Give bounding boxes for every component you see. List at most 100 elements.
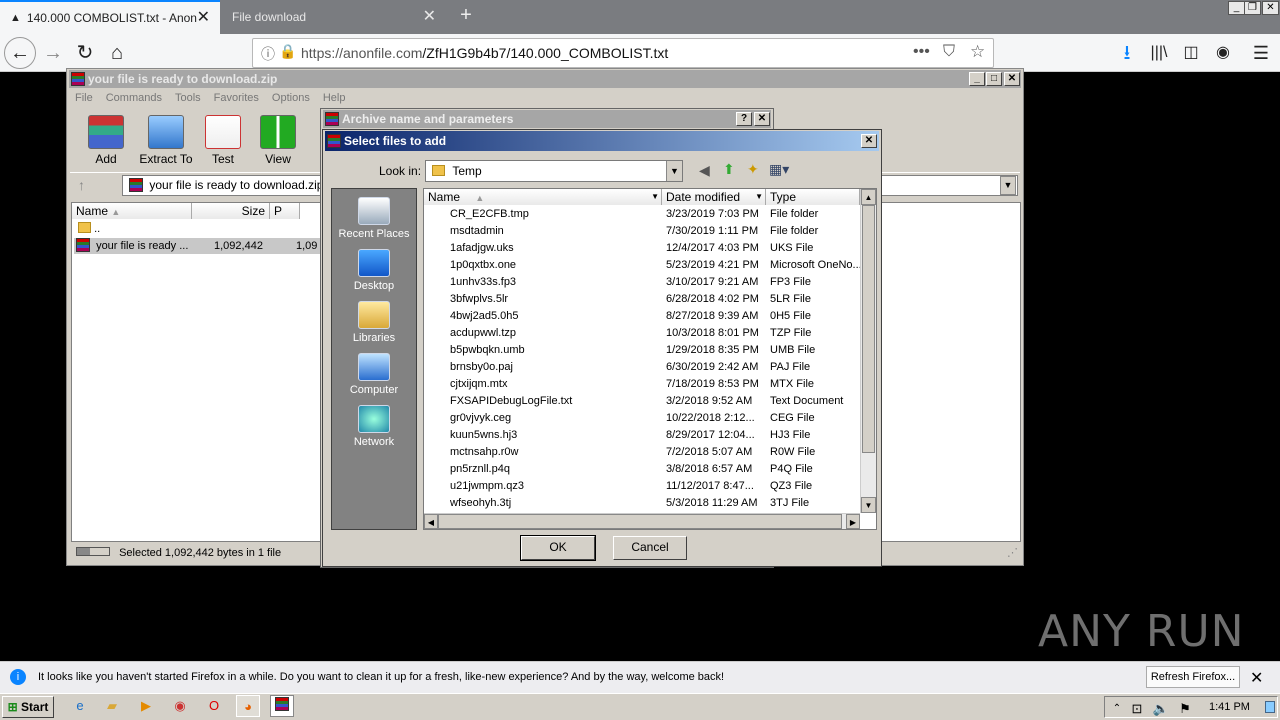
view-menu-icon[interactable]: ▦▾ [769, 161, 789, 178]
minimize-window-button[interactable]: _ [1228, 1, 1245, 15]
file-row[interactable]: msdtadmin 7/30/2019 1:11 PM File folder [424, 223, 860, 240]
file-row[interactable]: wfseohyh.3tj 5/3/2018 11:29 AM 3TJ File [424, 495, 860, 512]
col-header-name[interactable]: Name ▲ [72, 203, 192, 219]
file-row[interactable]: kuun5wns.hj3 8/29/2017 12:04... HJ3 File [424, 427, 860, 444]
horizontal-scrollbar[interactable]: ◀ ▶ [424, 513, 860, 529]
media-player-icon[interactable]: ▶ [134, 695, 158, 717]
place-libraries[interactable]: Libraries [332, 301, 416, 344]
file-row[interactable]: 4bwj2ad5.0h5 8/27/2018 9:39 AM 0H5 File [424, 308, 860, 325]
account-icon[interactable]: ◉ [1208, 39, 1238, 67]
volume-icon[interactable]: 🔈 [1149, 698, 1173, 720]
file-row[interactable]: 1afadjgw.uks 12/4/2017 4:03 PM UKS File [424, 240, 860, 257]
up-arrow-icon[interactable]: ↑ [78, 177, 85, 193]
close-button[interactable]: ✕ [754, 112, 770, 126]
col-header-packed[interactable]: P [270, 203, 300, 219]
chevron-down-icon[interactable]: ▼ [666, 161, 682, 181]
new-folder-icon[interactable]: ✦ [747, 161, 759, 178]
pocket-icon[interactable]: ⛉ [943, 43, 955, 61]
file-row[interactable]: CR_E2CFB.tmp 3/23/2019 7:03 PM File folder [424, 206, 860, 223]
scroll-left-icon[interactable]: ◀ [424, 514, 438, 529]
file-row[interactable]: FXSAPIDebugLogFile.txt 3/2/2018 9:52 AM Te… [424, 393, 860, 410]
hscroll-thumb[interactable] [438, 514, 842, 529]
menu-tools[interactable]: Tools [175, 92, 201, 104]
opera-icon[interactable]: O [202, 695, 226, 717]
toolbar-add-button[interactable]: Add [86, 115, 126, 166]
close-window-button[interactable]: ✕ [1262, 1, 1279, 15]
sidebar-icon[interactable]: ◫ [1176, 39, 1206, 67]
scroll-thumb[interactable] [862, 205, 875, 453]
place-computer[interactable]: Computer [332, 353, 416, 396]
toolbar-extract-button[interactable]: Extract To [138, 115, 194, 166]
close-tab-icon[interactable]: ✕ [423, 9, 436, 25]
new-tab-icon[interactable]: + [455, 5, 477, 27]
place-desktop[interactable]: Desktop [332, 249, 416, 292]
ok-button[interactable]: OK [520, 535, 596, 561]
file-row[interactable]: brnsby0o.paj 6/30/2019 2:42 AM PAJ File [424, 359, 860, 376]
maximize-button[interactable]: □ [986, 72, 1002, 86]
flag-icon[interactable]: ⚑ [1173, 698, 1197, 720]
up-folder-icon[interactable]: ⬆ [723, 161, 735, 178]
table-row[interactable]: .. [74, 221, 320, 237]
url-bar[interactable]: ⓘ 🔒 https://anonfile.com/ZfH1G9b4b7/140.… [252, 38, 994, 68]
menu-options[interactable]: Options [272, 92, 310, 104]
help-button[interactable]: ? [736, 112, 752, 126]
file-row[interactable]: 1unhv33s.fp3 3/10/2017 9:21 AM FP3 File [424, 274, 860, 291]
ie-icon[interactable]: e [68, 695, 92, 717]
refresh-firefox-button[interactable]: Refresh Firefox... [1146, 666, 1240, 688]
info-icon[interactable]: ⓘ [261, 44, 275, 64]
start-button[interactable]: ⊞ Start [2, 696, 54, 718]
toolbar-test-button[interactable]: Test [204, 115, 242, 166]
firefox-icon[interactable]: ◕ [236, 695, 260, 717]
toolbar-view-button[interactable]: View [256, 115, 300, 166]
file-row[interactable]: N1p0qxtbx.one5/23/2019 4:21 PMMicrosoft … [424, 257, 860, 274]
home-icon[interactable]: ⌂ [102, 39, 132, 67]
place-network[interactable]: Network [332, 405, 416, 448]
path-dropdown-icon[interactable]: ▼ [1000, 176, 1016, 195]
menu-commands[interactable]: Commands [106, 92, 162, 104]
close-button[interactable]: ✕ [1004, 72, 1020, 86]
file-row[interactable]: acdupwwl.tzp 10/3/2018 8:01 PM TZP File [424, 325, 860, 342]
forward-icon[interactable]: → [38, 39, 68, 67]
chrome-icon[interactable]: ◉ [168, 695, 192, 717]
table-row-selected[interactable]: your file is ready ... 1,092,442 1,09 [74, 238, 320, 254]
reload-icon[interactable]: ↻ [70, 39, 100, 67]
network-tray-icon[interactable]: ⊡ [1125, 698, 1149, 720]
more-icon[interactable]: ••• [913, 43, 930, 61]
col-header-size[interactable]: Size [192, 203, 270, 219]
menu-file[interactable]: File [75, 92, 93, 104]
scroll-right-icon[interactable]: ▶ [846, 514, 860, 529]
file-row[interactable]: pn5rznll.p4q 3/8/2018 6:57 AM P4Q File [424, 461, 860, 478]
file-row[interactable]: u21jwmpm.qz3 11/12/2017 8:47... QZ3 File [424, 478, 860, 495]
minimize-button[interactable]: _ [969, 72, 985, 86]
restore-window-button[interactable]: ❐ [1244, 1, 1261, 15]
menu-help[interactable]: Help [323, 92, 346, 104]
cancel-button[interactable]: Cancel [613, 536, 687, 560]
close-button[interactable]: ✕ [861, 134, 877, 148]
scroll-down-icon[interactable]: ▼ [861, 497, 876, 513]
library-icon[interactable]: |||\ [1144, 39, 1174, 67]
explorer-icon[interactable]: ▰ [100, 695, 124, 717]
scroll-up-icon[interactable]: ▲ [861, 189, 876, 205]
menu-favorites[interactable]: Favorites [214, 92, 259, 104]
close-icon[interactable]: ✕ [1250, 668, 1263, 688]
col-header-type[interactable]: Type [766, 189, 860, 205]
file-row[interactable]: b5pwbqkn.umb 1/29/2018 8:35 PM UMB File [424, 342, 860, 359]
close-tab-icon[interactable]: ✕ [197, 10, 210, 26]
file-row[interactable]: cjtxijqm.mtx 7/18/2019 8:53 PM MTX File [424, 376, 860, 393]
star-icon[interactable]: ☆ [970, 42, 985, 62]
tab-active[interactable]: ▲ 140.000 COMBOLIST.txt - AnonFi ✕ [0, 0, 220, 34]
winrar-task-icon[interactable] [270, 695, 294, 717]
back-icon[interactable]: ◀ [699, 162, 710, 179]
col-header-date[interactable]: Date modified ▼ [662, 189, 766, 205]
show-desktop-icon[interactable] [1265, 701, 1275, 713]
file-row[interactable]: gr0vjvyk.ceg 10/22/2018 2:12... CEG File [424, 410, 860, 427]
menu-icon[interactable]: ☰ [1246, 39, 1276, 67]
look-in-select[interactable]: Temp ▼ [425, 160, 683, 182]
place-recent[interactable]: Recent Places [332, 197, 416, 240]
vertical-scrollbar[interactable]: ▲ ▼ [860, 189, 876, 513]
back-icon[interactable]: ← [4, 37, 36, 69]
file-row[interactable]: mctnsahp.r0w 7/2/2018 5:07 AM R0W File [424, 444, 860, 461]
tab-file-download[interactable]: File download ✕ [222, 0, 446, 34]
download-icon[interactable]: ⭳ [1112, 39, 1142, 67]
file-row[interactable]: 3bfwplvs.5lr 6/28/2018 4:02 PM 5LR File [424, 291, 860, 308]
